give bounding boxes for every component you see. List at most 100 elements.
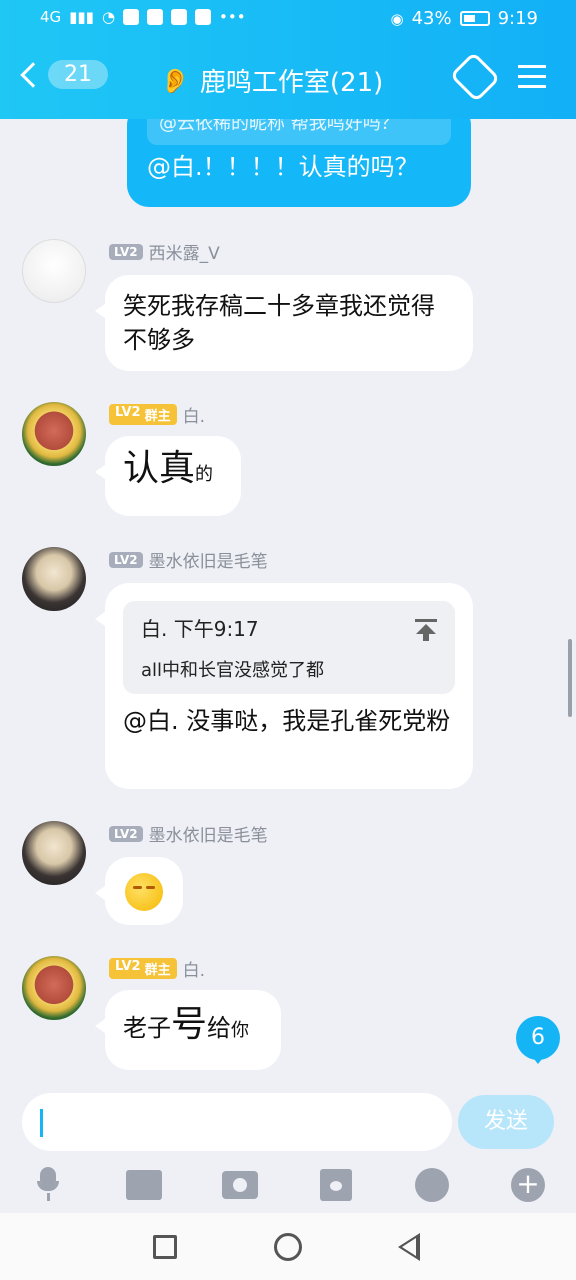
quote-header: 白. 下午9:17: [141, 617, 259, 641]
avatar[interactable]: [22, 547, 86, 611]
own-message-text: @白.！！！！认真的吗？: [147, 153, 419, 181]
sender-meta: LV2 墨水依旧是毛笔: [109, 547, 268, 572]
level-badge: LV2: [109, 551, 143, 568]
message-bubble[interactable]: [95, 857, 183, 925]
back-nav-button[interactable]: [398, 1233, 420, 1261]
sender-meta: LV2 群主 白.: [109, 402, 205, 427]
message-text: 笑死我存稿二十多章我还觉得不够多: [123, 292, 435, 354]
message-bubble[interactable]: 认真的: [95, 436, 241, 516]
sender-name: 墨水依旧是毛笔: [148, 826, 268, 846]
group-title[interactable]: 👂 鹿鸣工作室(21): [160, 62, 383, 99]
signal-icon: ▮▮▮: [69, 8, 94, 26]
owner-badge: LV2 群主: [109, 958, 177, 979]
header-actions: [449, 51, 546, 103]
quote-body: all中和长官没感觉了都: [141, 660, 325, 681]
battery-icon: [459, 11, 490, 26]
sender-meta: LV2 西米露_V: [109, 239, 220, 264]
message-text-small: 的: [195, 464, 214, 485]
app-notification-icon: [147, 9, 164, 25]
sender-name: 白.: [182, 961, 206, 981]
message: LV2 西米露_V 笑死我存稿二十多章我还觉得不够多: [0, 239, 576, 371]
send-button[interactable]: 发送: [458, 1095, 554, 1149]
new-messages-badge[interactable]: 6: [516, 1016, 560, 1064]
sleepy-face-icon: [125, 873, 163, 911]
red-packet-icon: [320, 1169, 352, 1201]
red-packet-button[interactable]: [316, 1165, 356, 1205]
chevron-left-icon: [20, 61, 46, 88]
group-link-icon[interactable]: [449, 51, 501, 103]
sender-name: 西米露_V: [148, 244, 220, 264]
app-notification-icon: [123, 9, 140, 25]
battery-percent: 43%: [411, 8, 452, 29]
message-text: 老子号给你: [105, 990, 281, 1062]
chat-header: 21 👂 鹿鸣工作室(21): [0, 44, 576, 116]
message-text-small: 你: [231, 1020, 250, 1041]
message-text-big: 认真: [123, 448, 196, 489]
input-bar: 发送: [0, 1089, 576, 1161]
home-button[interactable]: [274, 1233, 302, 1261]
level-badge: LV2: [109, 243, 143, 260]
back-button[interactable]: 21: [20, 60, 108, 89]
emoji-icon: [415, 1168, 449, 1202]
clock: 9:19: [497, 8, 538, 29]
message-text: @白. 没事哒，我是孔雀死党粉: [123, 707, 451, 735]
jump-to-top-icon[interactable]: [415, 619, 437, 641]
own-message-bubble[interactable]: @云依稀的昵称 帮我鸣好吗？ @白.！！！！认真的吗？: [127, 119, 471, 207]
message-bubble[interactable]: 笑死我存稿二十多章我还觉得不够多: [95, 275, 473, 371]
plus-icon: +: [511, 1168, 545, 1202]
message-bubble[interactable]: 白. 下午9:17 all中和长官没感觉了都 @白. 没事哒，我是孔雀死党粉: [95, 583, 473, 789]
group-title-text: 鹿鸣工作室(21): [199, 68, 384, 98]
status-bar: 4G ▮▮▮ ◔ ••• ◉ 43% 9:19: [0, 0, 576, 38]
message-bubble[interactable]: 老子号给你: [95, 990, 281, 1070]
message: LV2 墨水依旧是毛笔 白. 下午9:17 all中和长官没感觉了都 @白. 没…: [0, 547, 576, 797]
app-notification-icon: [171, 9, 188, 25]
top-bar: 4G ▮▮▮ ◔ ••• ◉ 43% 9:19 21 👂 鹿鸣工作室(21): [0, 0, 576, 119]
own-quote: @云依稀的昵称 帮我鸣好吗？: [147, 119, 451, 145]
quoted-message[interactable]: 白. 下午9:17 all中和长官没感觉了都: [123, 601, 455, 694]
more-notifications-icon: •••: [219, 8, 246, 26]
image-button[interactable]: [124, 1165, 164, 1205]
menu-icon[interactable]: [518, 65, 546, 89]
recents-button[interactable]: [153, 1235, 177, 1259]
input-toolbar: +: [0, 1161, 576, 1213]
level-badge: LV2: [109, 825, 143, 842]
sender-name: 白.: [182, 407, 206, 427]
camera-icon: [222, 1171, 258, 1199]
status-right: ◉ 43% 9:19: [390, 8, 538, 29]
eye-icon: ◉: [390, 9, 404, 28]
message-input-wrapper[interactable]: [22, 1093, 452, 1151]
system-nav-bar: [0, 1213, 576, 1280]
avatar[interactable]: [22, 956, 86, 1020]
wifi-icon: ◔: [101, 8, 116, 26]
avatar[interactable]: [22, 239, 86, 303]
avatar[interactable]: [22, 402, 86, 466]
image-icon: [126, 1170, 162, 1200]
level-label: LV2: [115, 959, 141, 974]
unread-count-badge: 21: [48, 60, 108, 89]
chat-area[interactable]: @云依稀的昵称 帮我鸣好吗？ @白.！！！！认真的吗？ LV2 西米露_V 笑死…: [0, 119, 576, 1089]
more-button[interactable]: +: [508, 1165, 548, 1205]
level-label: LV2: [115, 405, 141, 420]
message: LV2 墨水依旧是毛笔: [0, 821, 576, 931]
avatar[interactable]: [22, 821, 86, 885]
app-notification-icon: [195, 9, 212, 25]
owner-badge: LV2 群主: [109, 404, 177, 425]
microphone-icon[interactable]: [28, 1165, 68, 1205]
ear-icon: 👂: [160, 66, 190, 95]
role-label: 群主: [144, 963, 171, 978]
scrollbar[interactable]: [568, 639, 572, 717]
sender-name: 墨水依旧是毛笔: [148, 552, 268, 572]
network-icon: 4G: [40, 8, 62, 26]
sender-meta: LV2 墨水依旧是毛笔: [109, 821, 268, 846]
message-text: 认真的: [105, 436, 241, 506]
message-input[interactable]: [48, 1105, 438, 1139]
message: LV2 群主 白. 认真的: [0, 402, 576, 518]
message-text-big: 号: [171, 1004, 208, 1045]
camera-button[interactable]: [220, 1165, 260, 1205]
message-text-part: 给: [207, 1014, 232, 1042]
message-text-part: 老子: [123, 1014, 171, 1042]
sender-meta: LV2 群主 白.: [109, 956, 205, 981]
emoji-button[interactable]: [412, 1165, 452, 1205]
message: LV2 群主 白. 老子号给你: [0, 956, 576, 1076]
role-label: 群主: [144, 409, 171, 424]
